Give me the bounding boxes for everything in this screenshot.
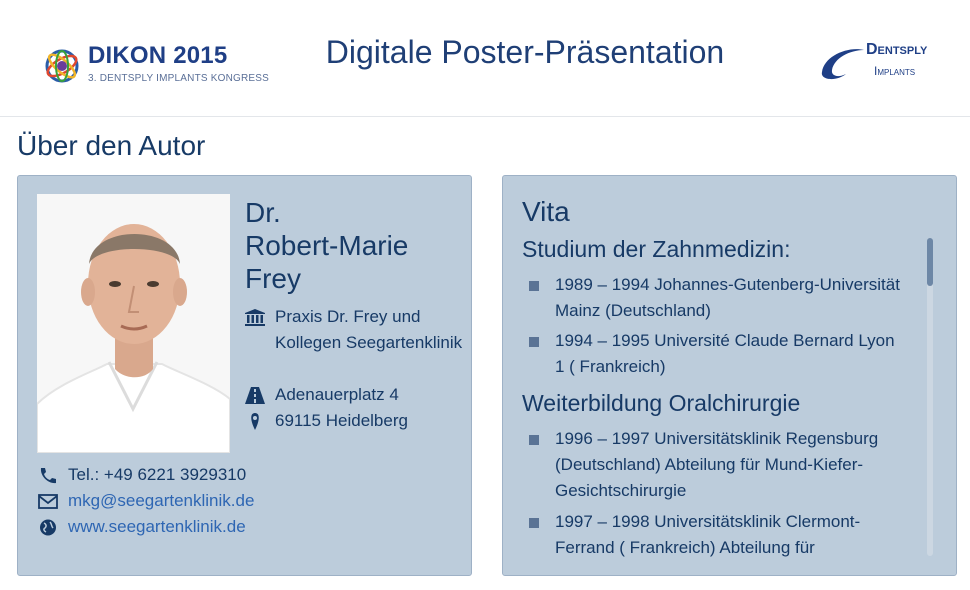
dikon-globe-icon bbox=[45, 49, 79, 83]
section-title: Über den Autor bbox=[17, 130, 206, 161]
vita-list-item: 1996 – 1997 Universitätsklinik Regensbur… bbox=[529, 426, 909, 504]
street-address: Adenauerplatz 4 bbox=[275, 385, 399, 404]
brand-division: Implants bbox=[874, 64, 916, 78]
author-name: Dr. Robert-Marie Frey bbox=[245, 196, 465, 295]
website-link[interactable]: www.seegartenklinik.de bbox=[68, 514, 246, 540]
vita-scrollbar[interactable] bbox=[927, 238, 933, 556]
vita-scrollbar-thumb[interactable] bbox=[927, 238, 933, 286]
dikon-subtitle: 3. DENTSPLY IMPLANTS KONGRESS bbox=[88, 73, 270, 84]
bullet-square-icon bbox=[529, 435, 539, 445]
email-row[interactable]: mkg@seegartenklinik.de bbox=[38, 488, 468, 514]
bullet-square-icon bbox=[529, 281, 539, 291]
road-icon bbox=[245, 387, 265, 404]
dikon-title: DIKON 2015 bbox=[88, 42, 228, 69]
author-name-first: Robert-Marie bbox=[245, 230, 409, 261]
practice-name: Praxis Dr. Frey und Kollegen Seegartenkl… bbox=[275, 307, 463, 352]
street-row: Adenauerplatz 4 bbox=[245, 382, 470, 408]
vita-list-item: 1994 – 1995 Université Claude Bernard Ly… bbox=[529, 328, 909, 380]
vita-list-item: 1997 – 1998 Universitätsklinik Clermont-… bbox=[529, 509, 909, 561]
brand-name: Dentsply bbox=[866, 41, 928, 58]
phone-row: Tel.: +49 6221 3929310 bbox=[38, 462, 468, 488]
bullet-square-icon bbox=[529, 518, 539, 528]
phone-number: Tel.: +49 6221 3929310 bbox=[68, 465, 247, 484]
city-row: 69115 Heidelberg bbox=[245, 408, 470, 434]
dentsply-swoosh-icon bbox=[821, 49, 864, 80]
email-link[interactable]: mkg@seegartenklinik.de bbox=[68, 488, 254, 514]
phone-icon bbox=[40, 468, 56, 484]
vita-title: Vita bbox=[522, 196, 570, 227]
vita-item-text: 1989 – 1994 Johannes-Gutenberg-Universit… bbox=[555, 275, 900, 320]
author-name-last: Frey bbox=[245, 263, 301, 294]
dikon-logo: DIKON 2015 3. DENTSPLY IMPLANTS KONGRESS bbox=[42, 40, 269, 90]
globe-icon bbox=[40, 519, 56, 536]
page-title: Digitale Poster-Präsentation bbox=[325, 34, 725, 70]
practice-row: Praxis Dr. Frey und Kollegen Seegartenkl… bbox=[245, 304, 470, 382]
vita-list-item: 1989 – 1994 Johannes-Gutenberg-Universit… bbox=[529, 272, 909, 324]
vita-item-text: 1994 – 1995 Université Claude Bernard Ly… bbox=[555, 331, 895, 376]
city: 69115 Heidelberg bbox=[275, 411, 408, 430]
map-marker-icon bbox=[251, 413, 259, 430]
dentsply-logo: Dentsply Implants bbox=[818, 40, 938, 84]
vita-heading-studium: Studium der Zahnmedizin: bbox=[522, 236, 791, 262]
building-icon bbox=[245, 309, 265, 326]
author-name-title: Dr. bbox=[245, 197, 281, 228]
vita-item-text: 1996 – 1997 Universitätsklinik Regensbur… bbox=[555, 429, 879, 500]
website-row[interactable]: www.seegartenklinik.de bbox=[38, 514, 468, 540]
author-card: Dr. Robert-Marie Frey Praxis Dr. Frey un… bbox=[17, 175, 472, 576]
bullet-square-icon bbox=[529, 337, 539, 347]
page-header: DIKON 2015 3. DENTSPLY IMPLANTS KONGRESS… bbox=[0, 0, 970, 117]
author-portrait-image bbox=[37, 194, 230, 453]
vita-heading-weiterbildung: Weiterbildung Oralchirurgie bbox=[522, 390, 801, 416]
vita-item-text: 1997 – 1998 Universitätsklinik Clermont-… bbox=[555, 512, 861, 557]
vita-card[interactable]: Vita Studium der Zahnmedizin: 1989 – 199… bbox=[502, 175, 957, 576]
author-photo bbox=[37, 194, 230, 453]
envelope-icon bbox=[38, 494, 58, 509]
